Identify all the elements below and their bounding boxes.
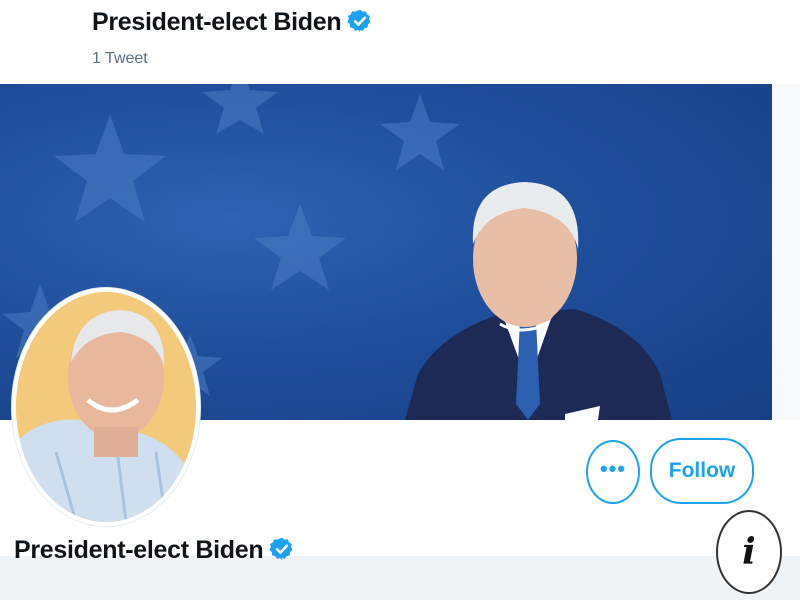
follow-button[interactable]: Follow [650, 438, 754, 504]
header-display-name-text: President-elect Biden [92, 8, 342, 36]
profile-avatar[interactable] [12, 288, 200, 526]
info-button[interactable]: i [716, 510, 782, 594]
profile-display-name-text: President-elect Biden [14, 536, 264, 564]
verified-check-icon [347, 8, 373, 41]
more-options-button[interactable]: ••• [586, 440, 640, 504]
header-display-name: President-elect Biden [92, 8, 373, 41]
more-options-label: ••• [599, 456, 627, 481]
follow-button-label: Follow [668, 459, 736, 482]
profile-header: President-elect Biden 1 Tweet [0, 0, 800, 82]
page-right-edge [772, 84, 800, 420]
banner-person [405, 182, 672, 420]
profile-display-name: President-elect Biden [14, 536, 295, 569]
verified-check-icon [269, 536, 295, 569]
avatar-illustration [16, 292, 196, 522]
tweet-count: 1 Tweet [92, 50, 148, 67]
